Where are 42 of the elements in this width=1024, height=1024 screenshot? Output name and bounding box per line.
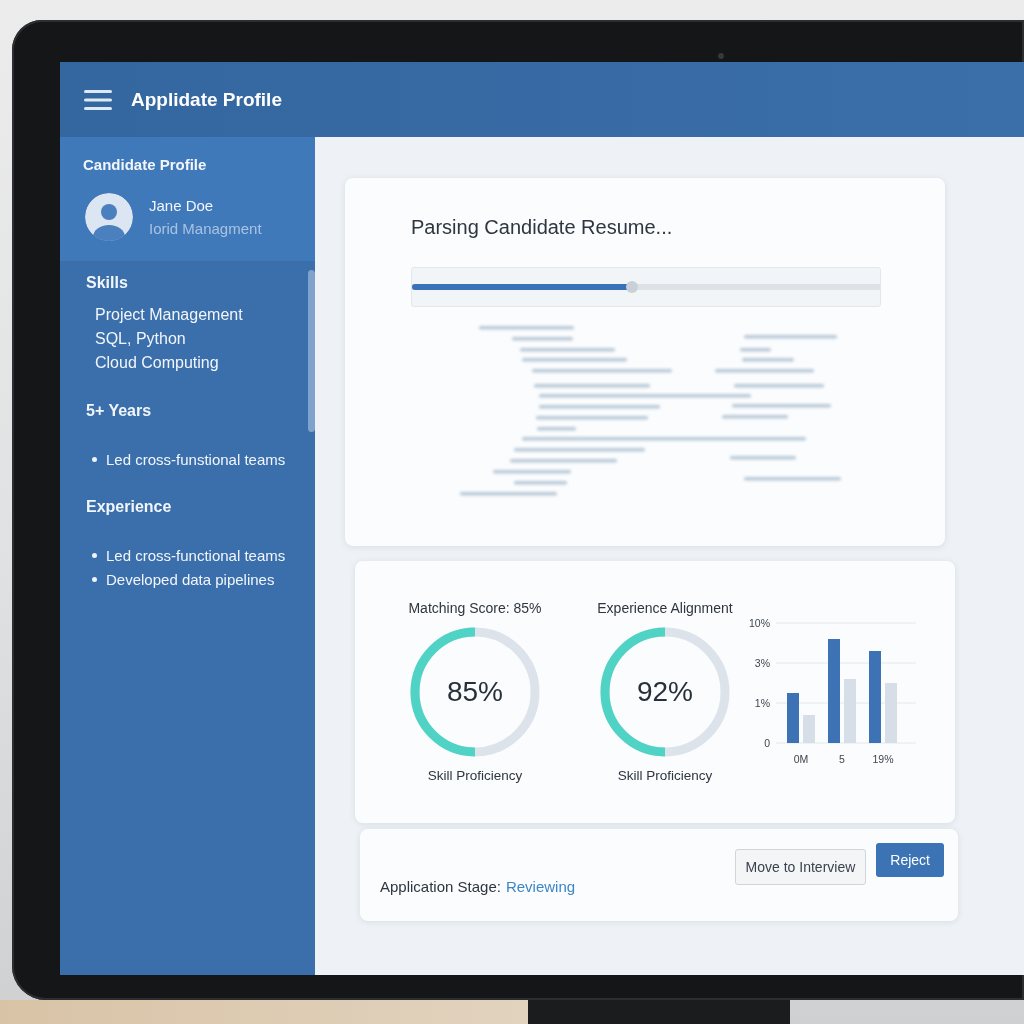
section-heading: Skills — [86, 273, 129, 293]
section-item: Developed data pipelines — [106, 570, 275, 588]
chart-bar — [885, 683, 897, 743]
avatar-icon — [85, 193, 133, 241]
gauge-title: Matching Score: 85% — [408, 599, 542, 617]
chart-bar — [844, 679, 856, 743]
scrollbar-thumb[interactable] — [308, 270, 315, 432]
card-title: Parsing Candidate Resume... — [411, 215, 674, 240]
section-item: Led cross-funstional teams — [106, 450, 286, 468]
section-item: Cloud Computing — [95, 354, 219, 372]
gauge-value: 85% — [447, 676, 503, 708]
axis-label: 3% — [754, 657, 770, 669]
section-item: Led cross-functional teams — [106, 546, 286, 564]
axis-label: 1% — [754, 697, 770, 709]
section-heading: 5+ Years — [86, 401, 153, 421]
candidate-name: Jane Doe — [149, 197, 215, 214]
stage-label: Application Stage: — [380, 878, 501, 895]
section-item: Project Management — [95, 306, 243, 324]
menu-icon[interactable] — [84, 89, 112, 110]
axis-label: 10% — [749, 617, 770, 629]
section-heading: Experience — [86, 497, 173, 517]
stage-value: Reviewing — [505, 878, 576, 895]
chart-bar — [787, 693, 799, 743]
candidate-role: Iorid Managment — [149, 220, 262, 237]
section-item: SQL, Python — [95, 330, 186, 348]
bullet-icon — [92, 456, 97, 462]
bullet-icon — [92, 552, 97, 558]
axis-label: 19% — [872, 753, 894, 765]
gauge-title: Experience Alignment — [597, 599, 733, 617]
axis-label: 0M — [793, 753, 809, 765]
chart-bar — [803, 715, 815, 743]
sidebar-title: Candidate Profile — [83, 156, 208, 174]
app-title: Applidate Profile — [131, 88, 282, 111]
gauge-caption: Skill Proficiency — [427, 767, 523, 785]
reject-button[interactable]: Reject — [876, 843, 944, 877]
move-to-interview-button[interactable]: Move to Interview — [734, 849, 867, 885]
axis-label: 0 — [764, 737, 770, 749]
webcam-icon — [718, 53, 724, 59]
gauge-value: 92% — [637, 676, 693, 708]
bullet-icon — [92, 576, 97, 582]
gauge-caption: Skill Proficiency — [617, 767, 713, 785]
axis-label: 5 — [839, 753, 845, 765]
